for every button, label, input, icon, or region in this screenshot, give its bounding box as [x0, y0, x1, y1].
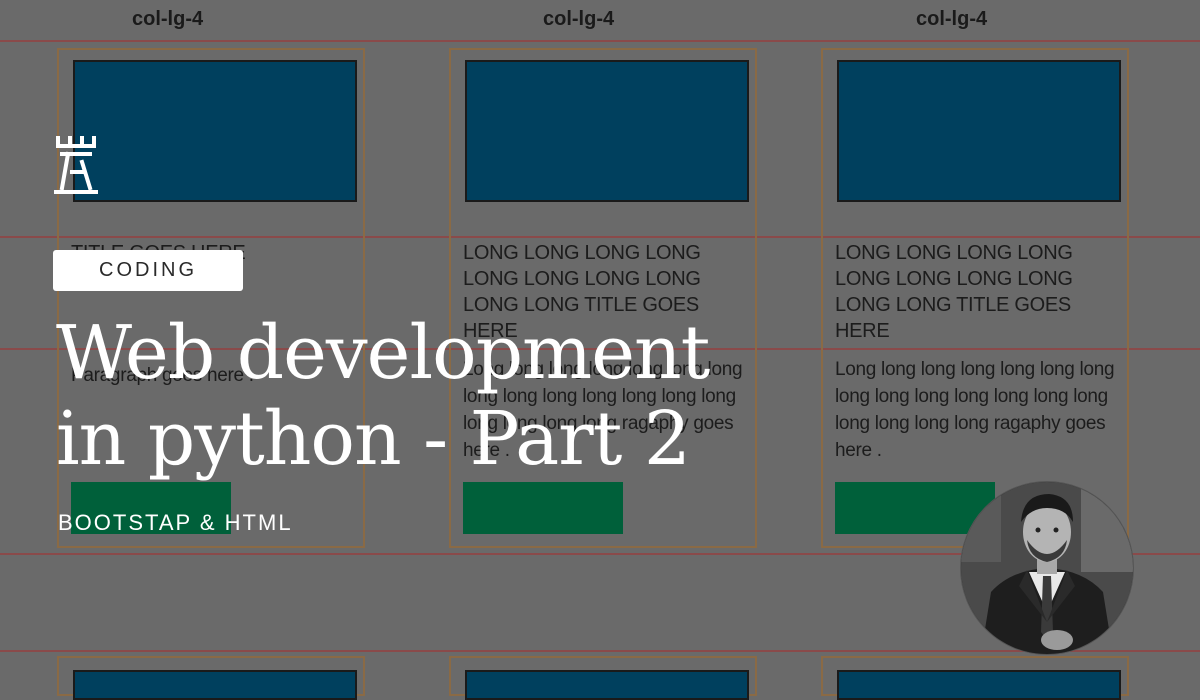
- card-text: Long long long long long long long long …: [835, 359, 1115, 461]
- card-button-placeholder: [463, 482, 623, 534]
- presenter-avatar: [960, 481, 1134, 655]
- grid-line: [0, 40, 1200, 42]
- card-image-placeholder: [465, 60, 749, 202]
- castle-tower-icon: [54, 136, 98, 194]
- page-title: Web development in python - Part 2: [56, 310, 816, 482]
- wireframe-card: LONG LONG LONG LONG LONG LONG LONG LONG …: [821, 48, 1129, 548]
- title-line: in python - Part 2: [56, 396, 691, 482]
- column-label: col-lg-4: [916, 8, 988, 30]
- card-image-placeholder: [73, 60, 357, 202]
- wireframe-card: [57, 656, 365, 700]
- card-image-placeholder: [837, 60, 1121, 202]
- person-illustration: [961, 482, 1133, 654]
- title-line: Web development: [56, 310, 710, 396]
- wireframe-card: [821, 656, 1129, 700]
- subtitle: BOOTSTAP & HTML: [58, 510, 293, 535]
- card-title: LONG LONG LONG LONG LONG LONG LONG LONG …: [835, 242, 1073, 342]
- wireframe-card: [449, 656, 757, 700]
- category-badge: CODING: [53, 250, 243, 291]
- column-label: col-lg-4: [543, 8, 615, 30]
- column-label: col-lg-4: [132, 8, 204, 30]
